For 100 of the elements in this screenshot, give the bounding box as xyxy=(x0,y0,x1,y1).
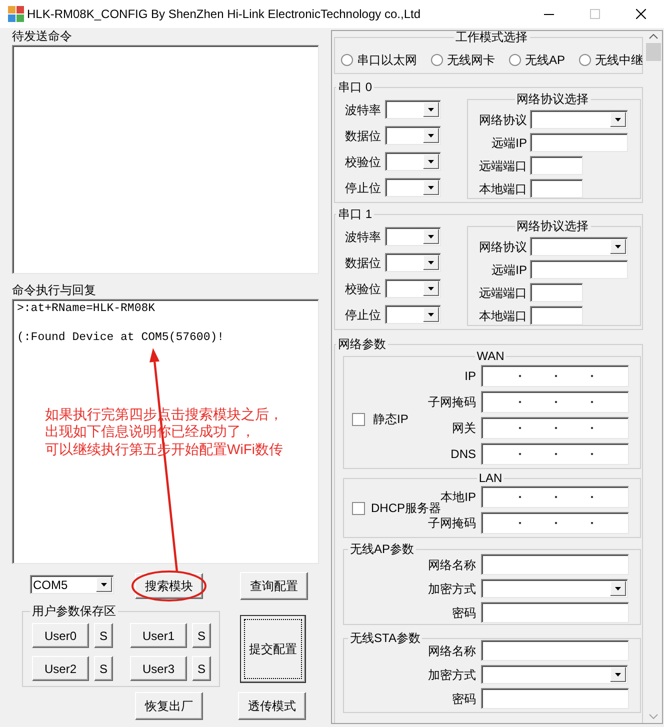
text-field[interactable] xyxy=(530,260,628,279)
passthrough-mode-button[interactable]: 透传模式 xyxy=(238,692,306,720)
save-profile-button[interactable]: S xyxy=(192,656,211,681)
field-label: 密码 xyxy=(452,606,476,620)
submit-config-button[interactable]: 提交配置 xyxy=(240,615,306,683)
field-label: 数据位 xyxy=(345,256,381,270)
ip-address-field[interactable] xyxy=(481,512,629,534)
radio-option[interactable]: 无线中继 xyxy=(579,53,644,67)
field-label: 停止位 xyxy=(345,308,381,322)
command-input-box[interactable] xyxy=(12,45,319,274)
user-profile-button[interactable]: User1 xyxy=(130,623,187,648)
dropdown-select[interactable] xyxy=(481,579,628,598)
dropdown-arrow-icon xyxy=(423,255,439,270)
app-icon xyxy=(8,6,24,22)
text-field[interactable] xyxy=(481,640,629,661)
group-title: 无线AP参数 xyxy=(349,543,416,555)
ip-address-field[interactable] xyxy=(481,417,629,439)
port-select[interactable]: COM5 xyxy=(30,575,114,594)
save-profile-button[interactable]: S xyxy=(94,656,113,681)
text-field[interactable] xyxy=(530,306,583,325)
field-label: 远端端口 xyxy=(478,286,527,300)
dropdown-select[interactable] xyxy=(530,237,628,256)
user-profile-button[interactable]: User0 xyxy=(32,623,89,648)
radio-option[interactable]: 无线AP xyxy=(509,53,566,67)
save-profile-button[interactable]: S xyxy=(192,623,211,648)
dropdown-select[interactable] xyxy=(385,126,441,145)
field-label: 远端端口 xyxy=(478,158,527,172)
dropdown-select[interactable] xyxy=(385,305,441,324)
text-field[interactable] xyxy=(530,133,628,152)
radio-option[interactable]: 串口以太网 xyxy=(341,53,417,67)
field-label: 网关 xyxy=(452,421,476,435)
group-title: 用户参数保存区 xyxy=(31,605,117,617)
dropdown-arrow-icon xyxy=(423,128,439,143)
text-field[interactable] xyxy=(481,554,629,575)
dropdown-arrow-icon xyxy=(610,667,626,682)
dropdown-select[interactable] xyxy=(481,665,628,684)
checkbox-option[interactable]: 静态IP xyxy=(352,412,408,426)
dropdown-select[interactable] xyxy=(385,279,441,298)
field-label: 密码 xyxy=(452,692,476,706)
dropdown-select[interactable] xyxy=(385,178,441,197)
ip-address-field[interactable] xyxy=(481,365,629,387)
field-label: 网络名称 xyxy=(428,644,476,658)
field-label: 波特率 xyxy=(345,230,381,244)
text-field[interactable] xyxy=(530,283,583,302)
dropdown-arrow-icon xyxy=(423,229,439,244)
field-label: 网络名称 xyxy=(428,558,476,572)
dropdown-select[interactable] xyxy=(385,227,441,246)
text-field[interactable] xyxy=(530,156,583,175)
group-title: 网络协议选择 xyxy=(516,220,590,232)
scrollbar-thumb[interactable] xyxy=(646,43,661,61)
group-title: 网络协议选择 xyxy=(516,93,590,105)
field-label: 本地端口 xyxy=(478,308,527,322)
field-label: DNS xyxy=(450,447,476,461)
dropdown-arrow-icon xyxy=(610,581,626,596)
scroll-up-icon[interactable] xyxy=(649,34,658,39)
ip-address-field[interactable] xyxy=(481,443,629,465)
user-profile-button[interactable]: User3 xyxy=(130,656,187,681)
field-label: 子网掩码 xyxy=(428,516,476,530)
dropdown-arrow-icon xyxy=(610,239,626,254)
text-field[interactable] xyxy=(481,688,629,709)
dropdown-select[interactable] xyxy=(385,253,441,272)
group-title: 串口 0 xyxy=(337,81,374,93)
dropdown-arrow-icon xyxy=(96,577,112,592)
group-title: WAN xyxy=(476,350,506,362)
field-label: 本地端口 xyxy=(478,182,527,196)
group-title: 网络参数 xyxy=(337,338,387,350)
dropdown-select[interactable] xyxy=(385,100,441,119)
field-label: 数据位 xyxy=(345,128,381,142)
user-profile-button[interactable]: User2 xyxy=(32,656,89,681)
field-label: 远端IP xyxy=(490,262,527,276)
query-config-button[interactable]: 查询配置 xyxy=(240,572,308,600)
group-title: LAN xyxy=(478,472,504,484)
text-field[interactable] xyxy=(530,179,583,198)
field-label: 网络协议 xyxy=(478,112,527,126)
ip-address-field[interactable] xyxy=(481,486,629,508)
log-line: (:Found Device at COM5(57600)! xyxy=(17,331,224,346)
field-label: 本地IP xyxy=(440,490,476,504)
field-label: 网络协议 xyxy=(478,240,527,254)
dropdown-select[interactable] xyxy=(530,110,628,129)
section-label: 命令执行与回复 xyxy=(12,283,96,297)
dropdown-arrow-icon xyxy=(423,307,439,322)
field-label: 校验位 xyxy=(345,282,381,296)
search-button[interactable]: 搜索模块 xyxy=(135,573,203,599)
checkbox-option[interactable]: DHCP服务器 xyxy=(352,501,442,515)
dropdown-arrow-icon xyxy=(423,281,439,296)
field-label: 子网掩码 xyxy=(428,395,476,409)
close-icon[interactable] xyxy=(636,9,646,19)
group-title: 工作模式选择 xyxy=(454,31,528,43)
window-title: HLK-RM08K_CONFIG By ShenZhen Hi-Link ElectronicTechnology co.,Ltd xyxy=(27,6,421,22)
radio-option[interactable]: 无线网卡 xyxy=(431,53,495,67)
dropdown-select[interactable] xyxy=(385,152,441,171)
group-title: 串口 1 xyxy=(337,208,374,220)
dropdown-arrow-icon xyxy=(610,112,626,127)
text-field[interactable] xyxy=(481,602,629,623)
field-label: 波特率 xyxy=(345,102,381,116)
field-label: 停止位 xyxy=(345,180,381,194)
save-profile-button[interactable]: S xyxy=(94,623,113,648)
ip-address-field[interactable] xyxy=(481,391,629,413)
field-label: IP xyxy=(464,369,476,383)
factory-reset-button[interactable]: 恢复出厂 xyxy=(135,692,203,720)
